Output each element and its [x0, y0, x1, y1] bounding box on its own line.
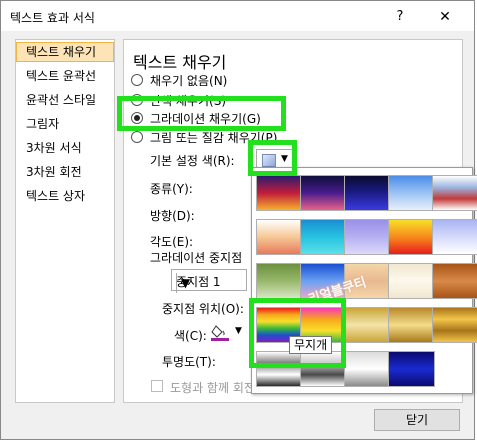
chevron-down-icon: ▼: [281, 154, 288, 164]
gradient-swatch-chrome[interactable]: [256, 351, 303, 387]
color-picker-button[interactable]: ▼: [207, 322, 247, 344]
paint-bucket-icon: [211, 325, 229, 341]
radio-button-selected[interactable]: [131, 112, 143, 124]
gradient-swatch-early-sunset[interactable]: [300, 175, 347, 211]
gradient-swatch-late-sunset[interactable]: [256, 175, 303, 211]
gradient-swatch-nightfall[interactable]: [344, 175, 391, 211]
stop-position-label: 중지점 위치(O):: [162, 302, 244, 316]
transparency-label: 투명도(T):: [162, 355, 216, 369]
nav-item-text-box[interactable]: 텍스트 상자: [16, 186, 114, 206]
gradient-stop-select[interactable]: 중지점 1 ▼: [171, 269, 247, 293]
nav-item-text-outline[interactable]: 텍스트 윤곽선: [16, 66, 114, 86]
rotate-with-shape-checkbox[interactable]: [151, 380, 163, 392]
type-label: 종류(Y):: [150, 182, 193, 196]
gradient-stops-label: 그라데이션 중지점: [150, 251, 243, 265]
category-list: 텍스트 채우기 텍스트 윤곽선 윤곽선 스타일 그림자 3차원 서식 3차원 회…: [15, 39, 115, 403]
radio-solid-fill[interactable]: 단색 채우기(S): [131, 92, 226, 110]
gradient-swatch-ocean[interactable]: [300, 219, 347, 255]
gradient-swatch-silver[interactable]: [344, 351, 391, 387]
gradient-swatch-mahogany[interactable]: [432, 263, 477, 299]
gradient-swatch-horizon[interactable]: [432, 175, 477, 211]
angle-label: 각도(E):: [150, 235, 194, 249]
radio-no-fill[interactable]: 채우기 없음(N): [131, 72, 227, 90]
gradient-swatch-desert[interactable]: [256, 219, 303, 255]
gradient-swatch-chrome-ii[interactable]: [300, 351, 347, 387]
radio-button[interactable]: [131, 94, 143, 106]
radio-label: 채우기 없음(N): [150, 74, 228, 88]
radio-label: 그림 또는 질감 채우기(P): [150, 131, 278, 145]
gradient-swatch-gold[interactable]: [344, 307, 391, 343]
panel-title: 텍스트 채우기: [133, 53, 227, 72]
chevron-down-icon: ▼: [235, 326, 242, 336]
radio-button[interactable]: [131, 131, 143, 143]
direction-label: 방향(D):: [150, 209, 195, 223]
radio-gradient-fill[interactable]: 그라데이션 채우기(G): [131, 110, 261, 128]
nav-item-shadow[interactable]: 그림자: [16, 114, 114, 134]
gradient-preview-icon: [262, 154, 276, 167]
gradient-swatch-brass[interactable]: [432, 307, 477, 343]
preset-colors-label: 기본 설정 색(R):: [150, 154, 235, 168]
gradient-swatch-gold-ii[interactable]: [388, 307, 435, 343]
gradient-swatch-parchment[interactable]: [388, 263, 435, 299]
radio-picture-fill[interactable]: 그림 또는 질감 채우기(P): [131, 129, 277, 147]
gradient-swatch-fog[interactable]: [432, 219, 477, 255]
radio-label: 단색 채우기(S): [150, 94, 226, 108]
gradient-swatch-daybreak[interactable]: [388, 175, 435, 211]
title-bar: 텍스트 효과 서식 ? ✕: [1, 1, 474, 31]
gradient-swatch-fire[interactable]: [388, 219, 435, 255]
chevron-down-icon: ▼: [176, 273, 194, 293]
nav-item-outline-style[interactable]: 윤곽선 스타일: [16, 90, 114, 110]
gradient-swatch-moss[interactable]: [256, 263, 303, 299]
swatch-tooltip: 무지개: [289, 336, 333, 354]
gradient-swatch-calm-water[interactable]: [344, 219, 391, 255]
nav-item-3d-format[interactable]: 3차원 서식: [16, 138, 114, 158]
gradient-swatch-sapphire[interactable]: [388, 351, 435, 387]
close-icon[interactable]: ✕: [435, 7, 455, 27]
radio-label: 그라데이션 채우기(G): [150, 112, 261, 126]
color-label: 색(C):: [174, 329, 207, 343]
close-button[interactable]: 닫기: [374, 409, 460, 431]
nav-item-3d-rotation[interactable]: 3차원 회전: [16, 162, 114, 182]
dialog-title: 텍스트 효과 서식: [10, 11, 95, 25]
radio-button[interactable]: [131, 74, 143, 86]
nav-item-text-fill[interactable]: 텍스트 채우기: [16, 42, 114, 62]
help-button[interactable]: ?: [390, 7, 410, 27]
